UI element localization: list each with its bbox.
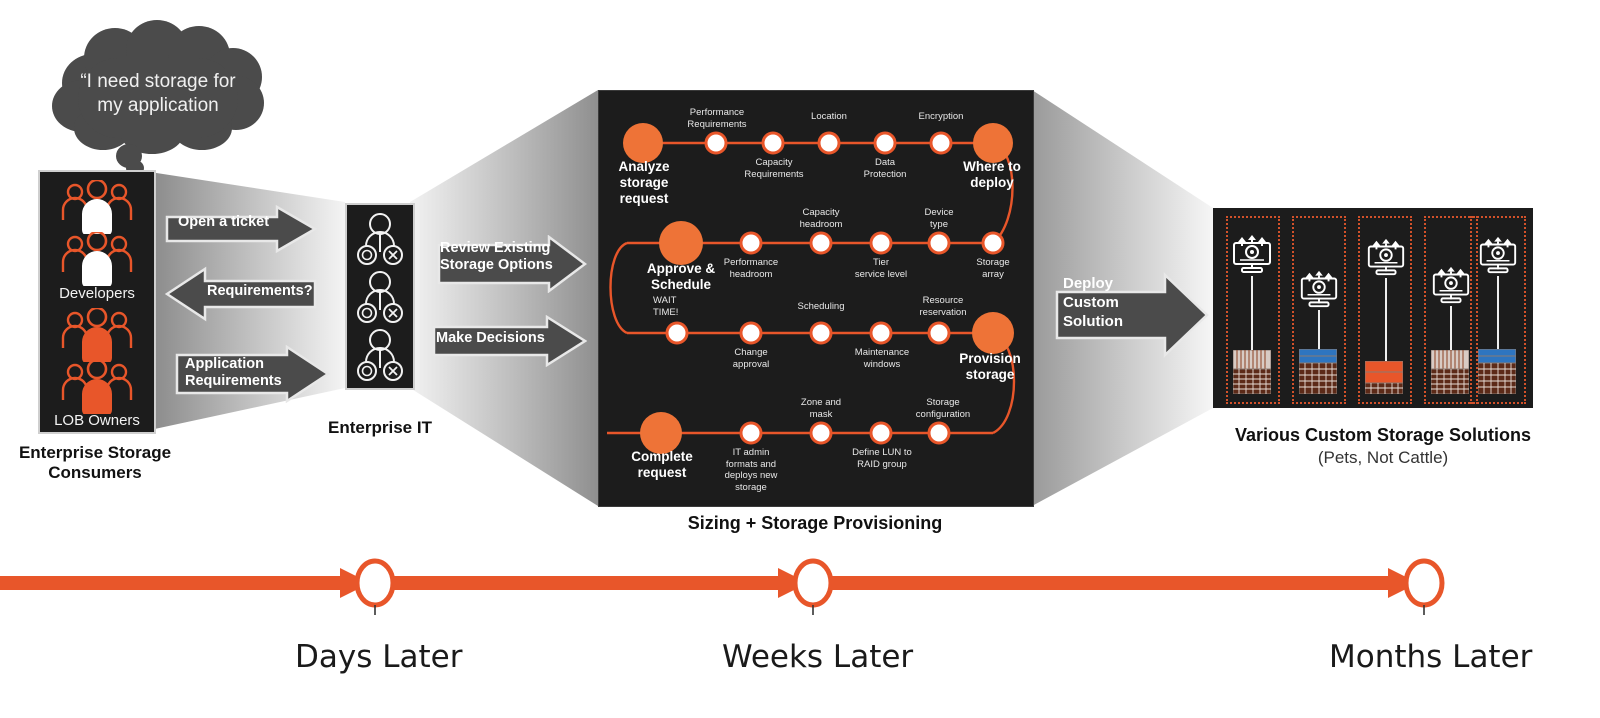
flow-step-location: Location <box>811 111 847 122</box>
connector-line-4 <box>1450 306 1452 350</box>
enterprise-it-caption: Enterprise IT <box>328 418 432 437</box>
flow-step-wait-time: WAIT TIME! <box>653 295 679 318</box>
flow-step-storage-array: Storage array <box>976 257 1010 280</box>
connector-line-2 <box>1318 310 1320 350</box>
solution-column-3 <box>1358 216 1412 404</box>
connector-line-3 <box>1385 278 1387 362</box>
storage-stack-4 <box>1431 350 1469 394</box>
sizing-storage-provisioning-panel: Analyze storage request Performance Requ… <box>598 90 1034 507</box>
flow-step-define-lun-to-raid-group: Define LUN to RAID group <box>852 447 912 470</box>
flow-step-data-protection: Data Protection <box>863 157 907 180</box>
custom-storage-solutions-panel <box>1213 208 1533 408</box>
it-admin-icon-3 <box>357 329 403 381</box>
thought-bubble-text: “I need storage for my application <box>80 71 236 116</box>
server-gear-icon-1 <box>1233 235 1271 273</box>
storage-stack-2 <box>1299 349 1337 394</box>
arrow-deploy-custom-solution-label: Deploy Custom Solution <box>1063 275 1123 331</box>
timeline-track <box>0 558 1445 615</box>
enterprise-it-panel <box>345 203 415 390</box>
flow-step-device-type: Device type <box>924 207 954 230</box>
solutions-caption-line2: (Pets, Not Cattle) <box>1317 448 1449 467</box>
flow-step-capacity-requirements: Capacity Requirements <box>744 157 804 180</box>
flow-milestone-complete-request: Complete request <box>631 449 693 480</box>
flow-step-performance-headroom: Performance headroom <box>723 257 779 280</box>
flow-step-it-admin-formats: IT admin formats and deploys new storage <box>724 447 778 493</box>
flow-step-resource-reservation: Resource reservation <box>919 295 967 318</box>
consumers-caption: Enterprise Storage Consumers <box>18 443 172 482</box>
timeline: Days Later Weeks Later Months Later <box>0 555 1600 718</box>
it-admin-icon-1 <box>357 213 403 265</box>
storage-stack-5 <box>1478 349 1516 394</box>
solution-column-1 <box>1226 216 1280 404</box>
flow-caption: Sizing + Storage Provisioning <box>687 513 943 533</box>
solutions-caption-line1: Various Custom Storage Solutions <box>1234 425 1532 445</box>
timeline-label-days-later: Days Later <box>295 639 463 675</box>
server-gear-icon-5 <box>1479 236 1517 274</box>
flow-step-tier-service-level: Tier service level <box>854 257 908 280</box>
flow-step-change-approval: Change approval <box>732 347 770 370</box>
arrow-open-a-ticket-label: Open a ticket <box>178 214 270 230</box>
server-gear-icon-4 <box>1432 266 1470 304</box>
arrow-requirements-label: Requirements? <box>207 283 313 299</box>
flow-step-zone-and-mask: Zone and mask <box>800 397 842 420</box>
flow-step-scheduling: Scheduling <box>797 301 845 312</box>
flow-step-storage-configuration: Storage configuration <box>915 397 971 420</box>
arrow-make-decisions-label: Make Decisions <box>436 330 545 346</box>
enterprise-storage-consumers-panel: Developers LOB Owners <box>38 170 156 434</box>
flow-step-performance-requirements: Performance Requirements <box>687 107 747 130</box>
server-gear-icon-2 <box>1300 270 1338 308</box>
flow-step-maintenance-windows: Maintenance windows <box>854 347 910 370</box>
connector-line-5 <box>1497 276 1499 350</box>
people-group-icon-developers-1 <box>61 180 133 234</box>
consumer-group-label-lob-owners: LOB Owners <box>54 412 140 429</box>
flow-milestone-where-to-deploy: Where to deploy <box>963 159 1021 190</box>
arrow-application-requirements-label: Application Requirements <box>185 356 282 390</box>
flow-milestone-analyze-storage-request: Analyze storage request <box>618 159 670 206</box>
people-group-icon-developers-2 <box>61 232 133 286</box>
timeline-label-months-later: Months Later <box>1329 639 1533 675</box>
timeline-label-weeks-later: Weeks Later <box>722 639 914 675</box>
storage-stack-1 <box>1233 350 1271 394</box>
server-gear-icon-3 <box>1367 238 1405 276</box>
flow-step-encryption: Encryption <box>918 111 964 122</box>
it-admin-icon-2 <box>357 271 403 323</box>
thought-bubble: “I need storage for my application <box>48 18 268 176</box>
storage-stack-3 <box>1365 361 1403 394</box>
consumer-group-label-developers: Developers <box>59 285 135 302</box>
people-group-icon-lob-2 <box>61 360 133 414</box>
people-group-icon-lob-1 <box>61 308 133 362</box>
solution-column-5 <box>1470 216 1526 404</box>
solution-column-2 <box>1292 216 1346 404</box>
arrow-review-existing-label: Review Existing Storage Options <box>440 240 553 274</box>
flow-step-capacity-headroom: Capacity headroom <box>799 207 843 230</box>
flow-milestone-provision-storage: Provision storage <box>959 351 1021 382</box>
connector-line-1 <box>1251 276 1253 352</box>
solutions-caption: Various Custom Storage Solutions (Pets, … <box>1193 425 1573 468</box>
